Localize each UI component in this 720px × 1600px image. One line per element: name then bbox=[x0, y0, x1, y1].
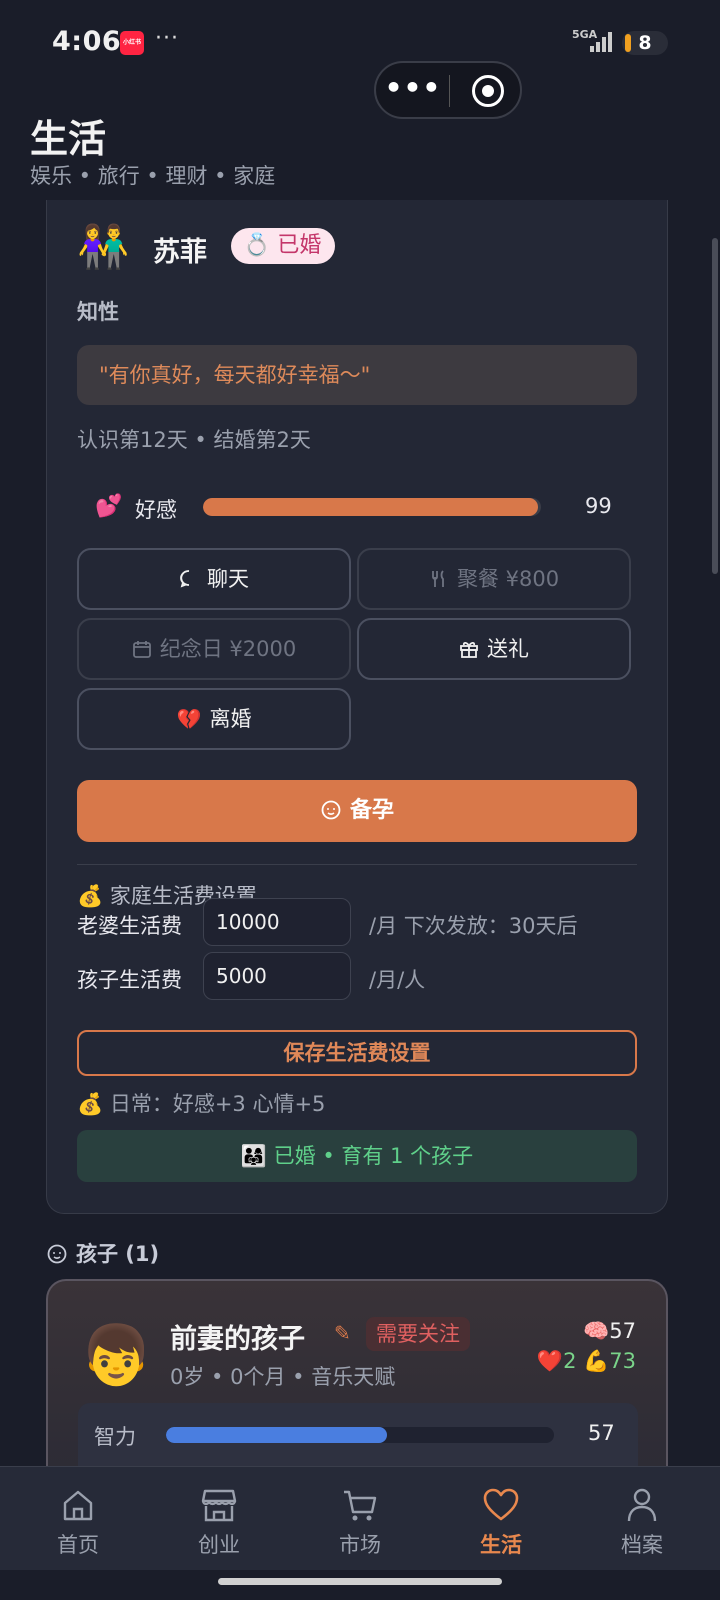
wife-expense-unit: /月 下次发放：30天后 bbox=[369, 914, 578, 938]
child-stat-bar-fill bbox=[166, 1427, 388, 1443]
app-badge-icon: 小红书 bbox=[120, 31, 144, 55]
tab-life[interactable]: 生活 bbox=[429, 1467, 573, 1571]
prepare-baby-label: 备孕 bbox=[349, 798, 394, 823]
dinner-button[interactable]: 聚餐 ¥800 bbox=[357, 548, 631, 610]
tab-home-label: 首页 bbox=[57, 1533, 99, 1557]
child-card[interactable]: 👦 前妻的孩子 ✎ 需要关注 0岁 • 0个月 • 音乐天赋 🧠57 ❤️2 💪… bbox=[46, 1279, 668, 1503]
broken-heart-icon: 💔 bbox=[176, 707, 202, 731]
heart-icon bbox=[483, 1488, 519, 1521]
home-indicator[interactable] bbox=[218, 1578, 502, 1585]
couple-avatar-icon: 👫 bbox=[77, 222, 130, 271]
chat-bubble-icon bbox=[180, 570, 190, 588]
chat-button[interactable]: 聊天 bbox=[77, 548, 351, 610]
spouse-card: 👫 苏菲 💍 已婚 知性 "有你真好，每天都好幸福～" 认识第12天 • 结婚第… bbox=[46, 200, 668, 1214]
hearts-icon: 💕 bbox=[95, 494, 123, 519]
store-icon bbox=[201, 1489, 237, 1522]
tab-profile[interactable]: 档案 bbox=[570, 1467, 714, 1571]
capsule-divider bbox=[449, 75, 450, 107]
child-stat-label: 智力 bbox=[94, 1425, 136, 1449]
anniversary-button-label: 纪念日 ¥2000 bbox=[159, 637, 297, 661]
profile-icon bbox=[627, 1488, 657, 1522]
tab-business[interactable]: 创业 bbox=[147, 1467, 291, 1571]
wife-expense-input[interactable]: 10000 bbox=[203, 898, 351, 946]
prepare-baby-button[interactable]: 备孕 bbox=[77, 780, 637, 842]
divorce-button-label: 离婚 bbox=[209, 707, 252, 731]
save-expense-button[interactable]: 保存生活费设置 bbox=[77, 1030, 637, 1076]
child-health: ❤️2 bbox=[536, 1349, 577, 1373]
children-header: 孩子 (1) bbox=[46, 1238, 159, 1268]
bottom-tabbar: 首页 创业 市场 生活 档案 bbox=[0, 1466, 720, 1570]
spouse-name: 苏菲 bbox=[153, 237, 207, 268]
battery-level: 8 bbox=[638, 32, 652, 54]
affection-bar bbox=[203, 498, 541, 516]
cart-icon bbox=[344, 1490, 377, 1521]
more-menu-icon[interactable]: ••• bbox=[376, 63, 450, 117]
affection-value: 99 bbox=[585, 494, 612, 518]
home-icon bbox=[63, 1490, 93, 1521]
more-notifications-icon: ··· bbox=[155, 26, 179, 51]
utensils-icon bbox=[432, 570, 444, 587]
child-name: 前妻的孩子 bbox=[170, 1324, 305, 1355]
child-meta: 0岁 • 0个月 • 音乐天赋 bbox=[170, 1365, 396, 1389]
status-time: 4:06 bbox=[52, 26, 122, 57]
tab-market[interactable]: 市场 bbox=[288, 1467, 432, 1571]
scrollbar[interactable] bbox=[712, 238, 718, 574]
calendar-icon bbox=[132, 641, 151, 658]
affection-bar-fill bbox=[203, 498, 538, 516]
baby-face-icon bbox=[321, 800, 341, 820]
miniprogram-capsule: ••• bbox=[374, 61, 522, 119]
child-expense-unit: /月/人 bbox=[369, 968, 426, 992]
gift-button-label: 送礼 bbox=[487, 637, 529, 661]
signal-icon: 5GA bbox=[572, 28, 612, 52]
home-indicator-area bbox=[0, 1570, 720, 1600]
battery-icon: 8 bbox=[622, 31, 668, 55]
wife-expense-label: 老婆生活费 bbox=[77, 914, 182, 938]
tab-market-label: 市场 bbox=[339, 1533, 381, 1557]
married-badge: 💍 已婚 bbox=[231, 228, 336, 264]
tab-business-label: 创业 bbox=[198, 1533, 240, 1557]
divorce-button[interactable]: 💔 离婚 bbox=[77, 688, 351, 750]
personality-label: 知性 bbox=[77, 300, 119, 324]
gift-icon bbox=[460, 641, 478, 658]
attention-badge: 需要关注 bbox=[366, 1317, 470, 1351]
children-header-label: 孩子 (1) bbox=[76, 1242, 160, 1266]
tab-home[interactable]: 首页 bbox=[6, 1467, 150, 1571]
daily-effect: 💰 日常：好感+3 心情+5 bbox=[77, 1092, 326, 1116]
child-expense-input[interactable]: 5000 bbox=[203, 952, 351, 1000]
spouse-quote: "有你真好，每天都好幸福～" bbox=[77, 345, 637, 405]
gift-button[interactable]: 送礼 bbox=[357, 618, 631, 680]
status-bar: 4:06 小红书 ··· 5GA 8 bbox=[0, 0, 720, 80]
family-status-banner: 👨‍👩‍👧 已婚 • 育有 1 个孩子 bbox=[77, 1130, 637, 1182]
anniversary-button[interactable]: 纪念日 ¥2000 bbox=[77, 618, 351, 680]
svg-text:5GA: 5GA bbox=[572, 28, 598, 41]
child-health-strength: ❤️2 💪73 bbox=[537, 1349, 636, 1374]
page-subtitle: 娱乐 • 旅行 • 理财 • 家庭 bbox=[30, 164, 276, 188]
child-avatar-icon: 👦 bbox=[80, 1321, 153, 1389]
child-expense-label: 孩子生活费 bbox=[77, 968, 182, 992]
tab-life-label: 生活 bbox=[480, 1533, 522, 1557]
affection-label: 好感 bbox=[135, 498, 177, 522]
dinner-button-label: 聚餐 ¥800 bbox=[456, 567, 560, 591]
page-title: 生活 bbox=[30, 116, 107, 161]
child-intelligence-summary: 🧠57 bbox=[583, 1319, 636, 1343]
child-stat-bar bbox=[166, 1427, 554, 1443]
child-stat-value: 57 bbox=[588, 1421, 615, 1445]
edit-pencil-icon[interactable]: ✎ bbox=[334, 1321, 351, 1345]
affection-row: 💕 好感 99 bbox=[95, 490, 635, 530]
tab-profile-label: 档案 bbox=[621, 1533, 663, 1557]
baby-face-icon bbox=[47, 1244, 67, 1264]
child-strength: 💪73 bbox=[583, 1349, 636, 1373]
section-divider bbox=[77, 864, 637, 865]
relationship-meta: 认识第12天 • 结婚第2天 bbox=[77, 428, 311, 452]
chat-button-label: 聊天 bbox=[207, 567, 249, 591]
close-miniprogram-icon[interactable] bbox=[472, 75, 504, 107]
